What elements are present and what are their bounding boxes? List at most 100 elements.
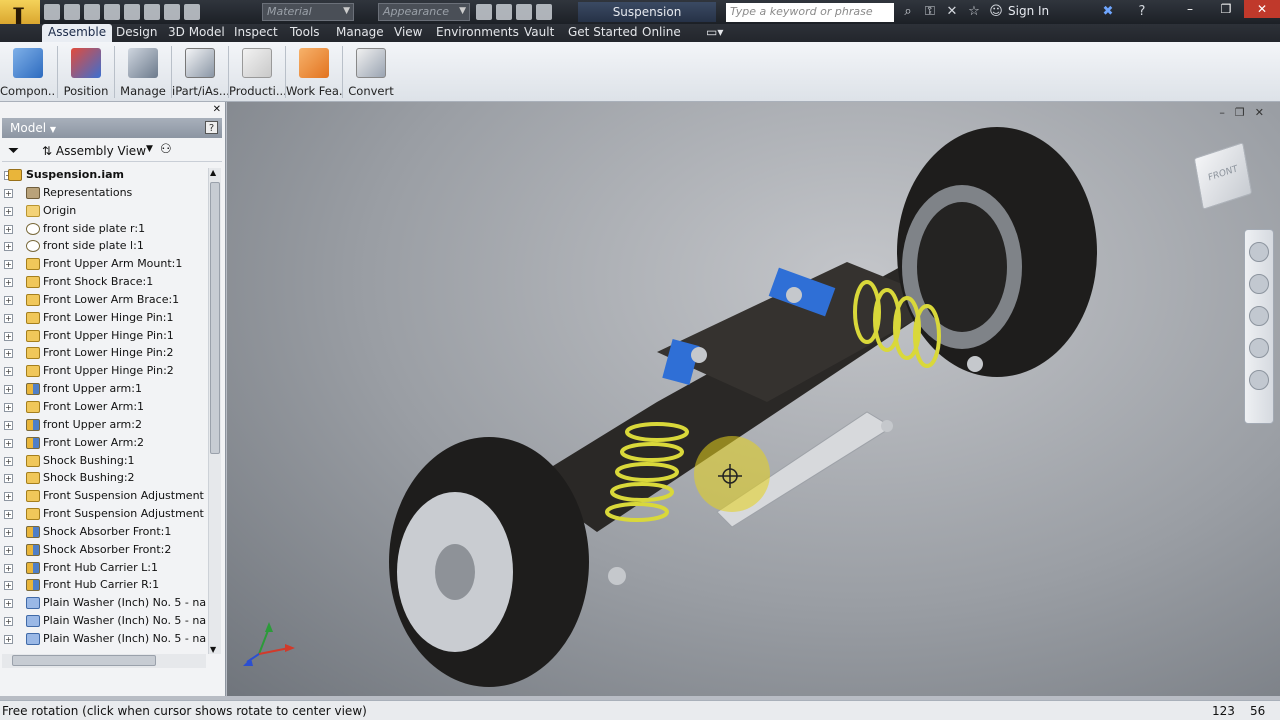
tab-3d-model[interactable]: 3D Model — [162, 24, 231, 42]
measure-icon[interactable] — [536, 4, 552, 20]
expand-icon[interactable]: + — [4, 295, 13, 305]
tree-item[interactable]: + Front Lower Arm:1 — [2, 398, 206, 416]
tab-get-started[interactable]: Get Started — [562, 24, 644, 42]
tree-item[interactable]: + Front Upper Hinge Pin:2 — [2, 362, 206, 380]
tree-item[interactable]: + front Upper arm:2 — [2, 416, 206, 434]
new-icon[interactable] — [44, 4, 60, 20]
help-icon[interactable]: ? — [1134, 4, 1150, 20]
chevron-down-icon[interactable]: ▼ — [146, 144, 153, 154]
tab-online[interactable]: Online — [636, 24, 687, 42]
expand-icon[interactable]: + — [4, 260, 13, 270]
close-icon[interactable]: ✕ — [213, 104, 221, 115]
expand-icon[interactable]: + — [4, 367, 13, 377]
select-icon[interactable] — [184, 4, 200, 20]
tab-tools[interactable]: Tools — [284, 24, 326, 42]
component-button[interactable]: Compon... — [0, 46, 56, 100]
expand-icon[interactable]: + — [4, 313, 13, 323]
tree-item[interactable]: + Plain Washer (Inch) No. 5 - narrow - — [2, 612, 206, 630]
tree-item[interactable]: + Shock Absorber Front:1 — [2, 523, 206, 541]
horizontal-scrollbar[interactable] — [2, 654, 206, 668]
assembly-view-dropdown[interactable]: ⇅ Assembly View — [42, 144, 146, 158]
tree-item[interactable]: + Front Upper Arm Mount:1 — [2, 255, 206, 273]
expand-icon[interactable]: + — [4, 510, 13, 520]
productivity-button[interactable]: Producti... — [229, 46, 285, 100]
tab-design[interactable]: Design — [110, 24, 163, 42]
expand-icon[interactable]: + — [4, 617, 13, 627]
update-icon[interactable] — [164, 4, 180, 20]
tree-item[interactable]: + Front Lower Arm:2 — [2, 434, 206, 452]
clear-icon[interactable] — [496, 4, 512, 20]
expand-icon[interactable]: + — [4, 349, 13, 359]
save-icon[interactable] — [84, 4, 100, 20]
tree-item[interactable]: + front side plate r:1 — [2, 220, 206, 238]
appearance-dropdown[interactable]: Appearance ▼ — [378, 3, 470, 21]
tab-assemble[interactable]: Assemble — [42, 24, 113, 42]
subscription-icon[interactable]: ✕ — [944, 4, 960, 20]
expand-icon[interactable]: + — [4, 402, 13, 412]
expand-icon[interactable]: + — [4, 545, 13, 555]
scroll-thumb[interactable] — [210, 182, 220, 454]
tree-item[interactable]: + Plain Washer (Inch) No. 5 - narrow - — [2, 594, 206, 612]
sign-in-link[interactable]: Sign In — [1008, 4, 1049, 18]
expand-icon[interactable]: + — [4, 438, 13, 448]
restore-button[interactable]: ❐ — [1208, 0, 1244, 18]
tree-item[interactable]: + Shock Bushing:1 — [2, 452, 206, 470]
tree-item[interactable]: + Shock Bushing:2 — [2, 469, 206, 487]
tree-item[interactable]: + Front Shock Brace:1 — [2, 273, 206, 291]
expand-icon[interactable]: + — [4, 206, 13, 216]
convert-button[interactable]: Convert — [343, 46, 399, 100]
filter-icon[interactable]: ⏷ — [8, 143, 19, 159]
tree-item[interactable]: + Front Suspension Adjustment Clip:2 — [2, 505, 206, 523]
tree-root[interactable]: − Suspension.iam — [2, 166, 206, 184]
scroll-up-icon[interactable]: ▲ — [210, 168, 216, 177]
ipart-button[interactable]: iPart/iAs... — [172, 46, 228, 100]
expand-icon[interactable]: + — [4, 474, 13, 484]
expand-icon[interactable]: + — [4, 242, 13, 252]
expand-icon[interactable]: + — [4, 563, 13, 573]
tree-item[interactable]: + Representations — [2, 184, 206, 202]
tab-view[interactable]: View — [388, 24, 428, 42]
redo-icon[interactable] — [124, 4, 140, 20]
browser-header[interactable]: Model ▼ ? — [2, 118, 222, 138]
tree-item[interactable]: + Front Upper Hinge Pin:1 — [2, 327, 206, 345]
expand-icon[interactable]: + — [4, 492, 13, 502]
tree-item[interactable]: + Front Lower Hinge Pin:1 — [2, 309, 206, 327]
expand-icon[interactable]: + — [4, 188, 13, 198]
binoculars-icon[interactable]: ⚇ — [160, 142, 172, 157]
tab-options-icon[interactable]: ▭▾ — [700, 24, 729, 42]
tab-manage[interactable]: Manage — [330, 24, 390, 42]
tab-inspect[interactable]: Inspect — [228, 24, 284, 42]
tree-item[interactable]: + Front Hub Carrier L:1 — [2, 559, 206, 577]
tab-environments[interactable]: Environments — [430, 24, 525, 42]
tree-item[interactable]: + Origin — [2, 202, 206, 220]
open-icon[interactable] — [64, 4, 80, 20]
position-button[interactable]: Position — [58, 46, 114, 100]
tree-item[interactable]: + Front Lower Hinge Pin:2 — [2, 344, 206, 362]
manage-button[interactable]: Manage — [115, 46, 171, 100]
suspension-model[interactable] — [227, 102, 1280, 696]
expand-icon[interactable]: + — [4, 599, 13, 609]
graphics-window[interactable]: –❐✕ FRONT — [227, 102, 1280, 696]
undo-icon[interactable] — [104, 4, 120, 20]
work-features-button[interactable]: Work Fea... — [286, 46, 342, 100]
tab-vault[interactable]: Vault — [518, 24, 560, 42]
return-icon[interactable] — [144, 4, 160, 20]
minimize-button[interactable]: – — [1172, 0, 1208, 18]
key-icon[interactable]: ⚿ — [922, 4, 938, 20]
exchange-icon[interactable]: ✖ — [1100, 4, 1116, 20]
expand-icon[interactable]: + — [4, 278, 13, 288]
expand-icon[interactable]: + — [4, 224, 13, 234]
expand-icon[interactable]: + — [4, 385, 13, 395]
binoculars-icon[interactable]: ⌕ — [900, 4, 916, 20]
tree-item[interactable]: + Shock Absorber Front:2 — [2, 541, 206, 559]
expand-icon[interactable]: + — [4, 420, 13, 430]
fx-icon[interactable] — [516, 4, 532, 20]
expand-icon[interactable]: + — [4, 527, 13, 537]
tree-item[interactable]: + Front Hub Carrier R:1 — [2, 576, 206, 594]
adjust-icon[interactable] — [476, 4, 492, 20]
close-button[interactable]: ✕ — [1244, 0, 1280, 18]
search-input[interactable]: Type a keyword or phrase — [726, 3, 894, 22]
expand-icon[interactable]: + — [4, 634, 13, 644]
expand-icon[interactable]: + — [4, 331, 13, 341]
tree-item[interactable]: + Front Suspension Adjustment Clip:1 — [2, 487, 206, 505]
